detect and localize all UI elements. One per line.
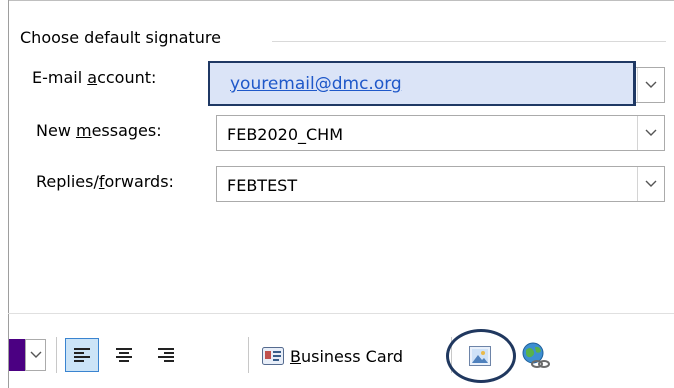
editor-separator xyxy=(8,313,674,314)
business-card-button[interactable]: Business Card xyxy=(258,340,440,372)
align-right-icon[interactable] xyxy=(149,338,183,372)
business-card-label: Business Card xyxy=(290,346,404,366)
chevron-down-icon[interactable] xyxy=(637,68,664,102)
business-card-icon xyxy=(262,347,284,365)
hyperlink-icon xyxy=(521,342,551,370)
align-center-icon[interactable] xyxy=(107,338,141,372)
new-messages-select[interactable]: FEB2020_CHM xyxy=(216,115,665,151)
insert-hyperlink-button[interactable] xyxy=(519,339,553,373)
section-legend: Choose default signature xyxy=(20,28,227,47)
replies-forwards-select[interactable]: FEBTEST xyxy=(216,166,665,202)
email-account-highlight[interactable]: youremail@dmc.org xyxy=(208,61,636,106)
align-left-icon[interactable] xyxy=(65,338,99,372)
chevron-down-icon[interactable] xyxy=(637,167,664,201)
toolbar-divider xyxy=(56,337,57,373)
panel-left-border xyxy=(8,0,9,388)
new-messages-value: FEB2020_CHM xyxy=(227,125,344,144)
new-messages-label: New messages: xyxy=(36,121,162,140)
replies-forwards-value: FEBTEST xyxy=(227,176,298,195)
email-account-value[interactable]: youremail@dmc.org xyxy=(230,74,402,94)
toolbar-divider xyxy=(248,337,249,373)
signature-settings-panel: Choose default signature E-mail account:… xyxy=(0,0,674,388)
email-account-label: E-mail account: xyxy=(32,68,157,87)
chevron-down-icon[interactable] xyxy=(637,116,664,150)
picture-button-highlight-circle xyxy=(446,329,516,383)
legend-rule xyxy=(272,41,666,42)
chevron-down-icon[interactable] xyxy=(25,339,46,371)
replies-forwards-label: Replies/forwards: xyxy=(36,172,174,191)
panel-top-border xyxy=(8,0,674,9)
font-color-swatch[interactable] xyxy=(9,339,25,371)
